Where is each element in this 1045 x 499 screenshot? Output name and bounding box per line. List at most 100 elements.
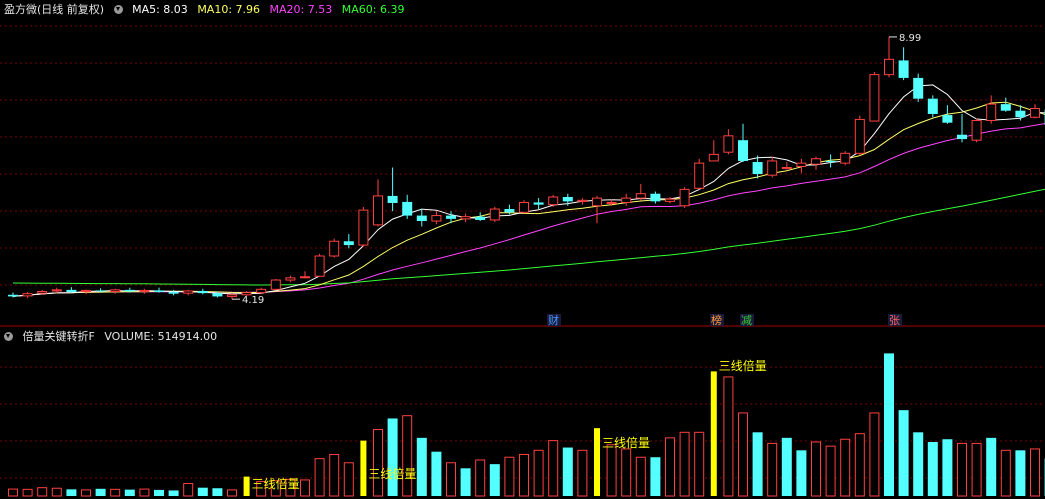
- candle-body: [139, 289, 150, 293]
- volume-bar: [431, 451, 442, 496]
- candle-body: [942, 115, 953, 123]
- volume-bar: [212, 488, 223, 496]
- volume-bar: [110, 488, 121, 497]
- candle-body: [519, 201, 529, 213]
- candle-body: [51, 289, 62, 292]
- volume-bar: [606, 444, 617, 497]
- volume-bar: [577, 449, 588, 497]
- volume-bar: [723, 376, 734, 497]
- candle-body: [752, 162, 763, 175]
- ma20-line: [12, 123, 1045, 297]
- candle-body: [124, 289, 135, 292]
- candle-body: [475, 216, 486, 220]
- candle-body: [270, 279, 281, 290]
- volume-bar: [22, 488, 33, 497]
- volume-bar: [360, 440, 367, 496]
- ma10-line: [12, 101, 1045, 297]
- candle-body: [314, 255, 325, 277]
- candle-body: [489, 208, 500, 221]
- candle-body: [854, 118, 865, 154]
- ma60-line: [12, 188, 1045, 286]
- volume-bar: [854, 433, 865, 497]
- chart-canvas: 8.994.19三线倍量三线倍量三线倍量三线倍量大单财榜减张: [0, 25, 1045, 497]
- volume-bar: [343, 462, 354, 497]
- volume-bar: [710, 371, 717, 496]
- candle-body: [986, 103, 997, 122]
- candle-body: [796, 162, 807, 167]
- candle-body: [343, 241, 354, 246]
- volume-bar: [594, 428, 600, 496]
- candle-body: [373, 195, 383, 226]
- volume-bar: [796, 450, 807, 496]
- stock-chart-container: 盈方微(日线 前复权) MA5: 8.03 MA10: 7.96 MA20: 7…: [0, 0, 1045, 499]
- candle-body: [95, 290, 106, 292]
- candle-body: [621, 197, 632, 203]
- volume-bar: [402, 415, 413, 497]
- candle-body: [577, 199, 588, 202]
- candle-body: [256, 288, 267, 294]
- candle-body: [811, 158, 821, 165]
- volume-bar: [738, 412, 748, 497]
- volume-bar: [942, 439, 953, 496]
- candle-body: [738, 140, 748, 161]
- volume-bar: [913, 432, 924, 496]
- volume-bar: [694, 431, 705, 497]
- volume-bar: [243, 476, 250, 496]
- event-marker-label: 减: [741, 314, 752, 327]
- volume-bar: [533, 449, 544, 497]
- volume-bar: [621, 448, 632, 497]
- candle-body: [650, 193, 661, 202]
- volume-bar: [446, 462, 456, 497]
- volume-bar: [1030, 448, 1040, 497]
- event-marker-label: 张: [889, 314, 900, 327]
- volume-bar: [781, 437, 792, 496]
- candle-body: [592, 197, 602, 207]
- candle-body: [387, 195, 398, 204]
- candle-body: [971, 120, 982, 141]
- volume-bar: [665, 437, 675, 497]
- ma5-line: [12, 84, 1045, 297]
- candle-body: [898, 60, 909, 78]
- candle-body: [708, 153, 719, 162]
- candle-body: [110, 289, 121, 293]
- candle-body: [869, 74, 880, 122]
- volume-bar: [1015, 450, 1026, 496]
- volume-bar: [8, 488, 18, 497]
- candle-body: [635, 193, 646, 199]
- volume-bar: [329, 453, 340, 497]
- volume-bar: [986, 437, 997, 496]
- volume-bar: [971, 442, 982, 497]
- volume-annotation-label: 三线倍量: [602, 435, 650, 450]
- candle-body: [1030, 108, 1040, 118]
- volume-bar: [811, 441, 821, 497]
- volume-bar: [927, 442, 938, 496]
- volume-bar: [825, 445, 836, 497]
- volume-bar: [373, 429, 383, 497]
- volume-bar: [519, 453, 529, 497]
- candle-body: [781, 167, 792, 170]
- volume-bar: [460, 468, 471, 496]
- candle-body: [329, 240, 340, 257]
- candle-body: [81, 289, 91, 293]
- volume-bar: [489, 464, 500, 496]
- candle-body: [446, 215, 456, 219]
- volume-bar: [475, 459, 486, 497]
- volume-bar: [898, 410, 909, 496]
- high-price-label: 8.99: [899, 33, 921, 44]
- candle-body: [840, 152, 851, 164]
- candle-body: [66, 289, 77, 293]
- volume-bar: [504, 456, 515, 497]
- volume-bar: [416, 437, 427, 496]
- volume-bar: [95, 488, 106, 496]
- candle-body: [197, 290, 208, 294]
- volume-annotation-label: 三线倍量: [252, 476, 300, 491]
- volume-bar: [650, 457, 661, 496]
- volume-bar: [679, 431, 690, 497]
- volume-annotation-label: 三线倍量: [719, 358, 767, 373]
- volume-bar: [884, 353, 894, 496]
- volume-bar: [548, 440, 559, 497]
- volume-bar: [154, 489, 164, 496]
- annotation-layer: 8.994.19三线倍量三线倍量三线倍量三线倍量大单财榜减张: [232, 33, 921, 491]
- volume-bar: [37, 487, 48, 497]
- candle-body: [723, 135, 734, 153]
